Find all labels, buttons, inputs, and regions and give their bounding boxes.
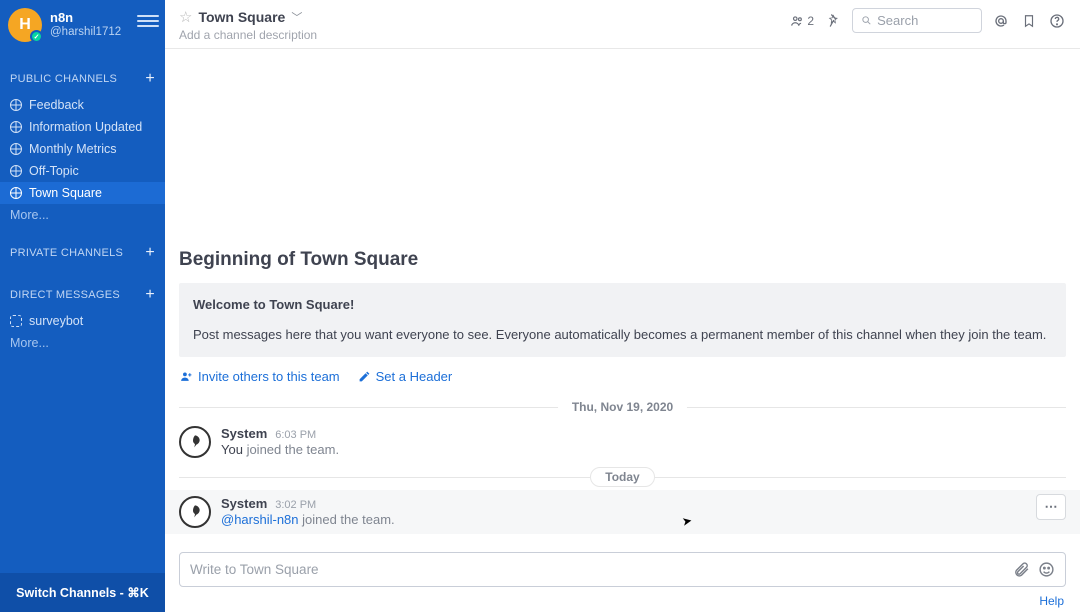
welcome-body: Post messages here that you want everyon…: [193, 325, 1052, 345]
dm-icon: [10, 315, 22, 327]
message-scroll-area[interactable]: Beginning of Town Square Welcome to Town…: [165, 49, 1080, 544]
help-link-footer: Help: [165, 591, 1080, 612]
post-text: You joined the team.: [221, 442, 339, 457]
saved-icon[interactable]: [1020, 12, 1038, 30]
invite-icon: [179, 370, 193, 383]
channel-description[interactable]: Add a channel description: [179, 28, 790, 42]
dm-more[interactable]: More...: [0, 332, 165, 354]
add-dm-button[interactable]: +: [145, 286, 155, 304]
composer[interactable]: [179, 552, 1066, 587]
public-more[interactable]: More...: [0, 204, 165, 226]
system-avatar-icon: [179, 496, 211, 528]
private-channels-label: PRIVATE CHANNELS: [10, 247, 123, 259]
search-box[interactable]: [852, 8, 982, 33]
date-separator: Today: [179, 470, 1066, 484]
public-channel-list: Feedback Information Updated Monthly Met…: [0, 94, 165, 204]
chevron-down-icon[interactable]: ﹀: [291, 9, 302, 25]
globe-icon: [10, 165, 22, 177]
post-time: 3:02 PM: [275, 499, 316, 511]
sidebar: H n8n @harshil1712 PUBLIC CHANNELS + Fee…: [0, 0, 165, 612]
channel-feedback[interactable]: Feedback: [0, 94, 165, 116]
mention-link[interactable]: @harshil-n8n: [221, 512, 299, 527]
pin-icon[interactable]: [824, 12, 842, 30]
public-channels-header: PUBLIC CHANNELS +: [0, 52, 165, 94]
attachment-icon[interactable]: [1013, 561, 1030, 578]
sidebar-header: H n8n @harshil1712: [0, 0, 165, 52]
emoji-icon[interactable]: [1038, 561, 1055, 578]
beginning-title: Beginning of Town Square: [179, 249, 1066, 271]
globe-icon: [10, 121, 22, 133]
channel-town-square[interactable]: Town Square: [0, 182, 165, 204]
channel-monthly-metrics[interactable]: Monthly Metrics: [0, 138, 165, 160]
composer-area: [165, 544, 1080, 591]
welcome-title: Welcome to Town Square!: [193, 295, 1052, 315]
members-icon: [790, 14, 804, 28]
channel-title-row[interactable]: ☆ Town Square ﹀: [179, 8, 790, 26]
search-icon: [861, 14, 872, 27]
mentions-icon[interactable]: [992, 12, 1010, 30]
team-avatar[interactable]: H: [8, 8, 42, 42]
post[interactable]: System 6:03 PM You joined the team.: [165, 420, 1080, 464]
private-channels-header: PRIVATE CHANNELS +: [0, 226, 165, 268]
favorite-star-icon[interactable]: ☆: [179, 8, 192, 26]
status-online-icon: [30, 30, 43, 43]
dm-surveybot[interactable]: surveybot: [0, 310, 165, 332]
post-time: 6:03 PM: [275, 429, 316, 441]
edit-icon: [358, 370, 371, 383]
set-header-link[interactable]: Set a Header: [358, 369, 453, 384]
add-public-channel-button[interactable]: +: [145, 70, 155, 88]
team-info[interactable]: n8n @harshil1712: [50, 10, 121, 39]
post-actions-menu[interactable]: ⋯: [1036, 494, 1066, 520]
post[interactable]: System 3:02 PM @harshil-n8n joined the t…: [165, 490, 1080, 534]
public-channels-label: PUBLIC CHANNELS: [10, 73, 117, 85]
direct-messages-label: DIRECT MESSAGES: [10, 289, 120, 301]
welcome-card: Welcome to Town Square! Post messages he…: [179, 283, 1066, 357]
member-count[interactable]: 2: [790, 14, 814, 28]
globe-icon: [10, 143, 22, 155]
post-username[interactable]: System: [221, 426, 267, 441]
main: ☆ Town Square ﹀ Add a channel descriptio…: [165, 0, 1080, 612]
channel-title: Town Square: [198, 9, 285, 25]
message-input[interactable]: [190, 562, 1005, 577]
direct-messages-header: DIRECT MESSAGES +: [0, 268, 165, 310]
globe-icon: [10, 99, 22, 111]
add-private-channel-button[interactable]: +: [145, 244, 155, 262]
search-input[interactable]: [877, 13, 973, 28]
user-handle: @harshil1712: [50, 26, 121, 40]
system-avatar-icon: [179, 426, 211, 458]
header-actions: 2: [790, 8, 1066, 33]
help-icon[interactable]: [1048, 12, 1066, 30]
channel-header: ☆ Town Square ﹀ Add a channel descriptio…: [165, 0, 1080, 49]
main-menu-icon[interactable]: [137, 10, 159, 32]
globe-icon: [10, 187, 22, 199]
dm-list: surveybot: [0, 310, 165, 332]
post-username[interactable]: System: [221, 496, 267, 511]
help-link[interactable]: Help: [1039, 594, 1064, 608]
invite-others-link[interactable]: Invite others to this team: [179, 369, 340, 384]
switch-channels-button[interactable]: Switch Channels - ⌘K: [0, 573, 165, 612]
date-separator: Thu, Nov 19, 2020: [179, 400, 1066, 414]
post-text: @harshil-n8n joined the team.: [221, 512, 395, 527]
channel-information-updated[interactable]: Information Updated: [0, 116, 165, 138]
team-name: n8n: [50, 10, 121, 26]
channel-off-topic[interactable]: Off-Topic: [0, 160, 165, 182]
